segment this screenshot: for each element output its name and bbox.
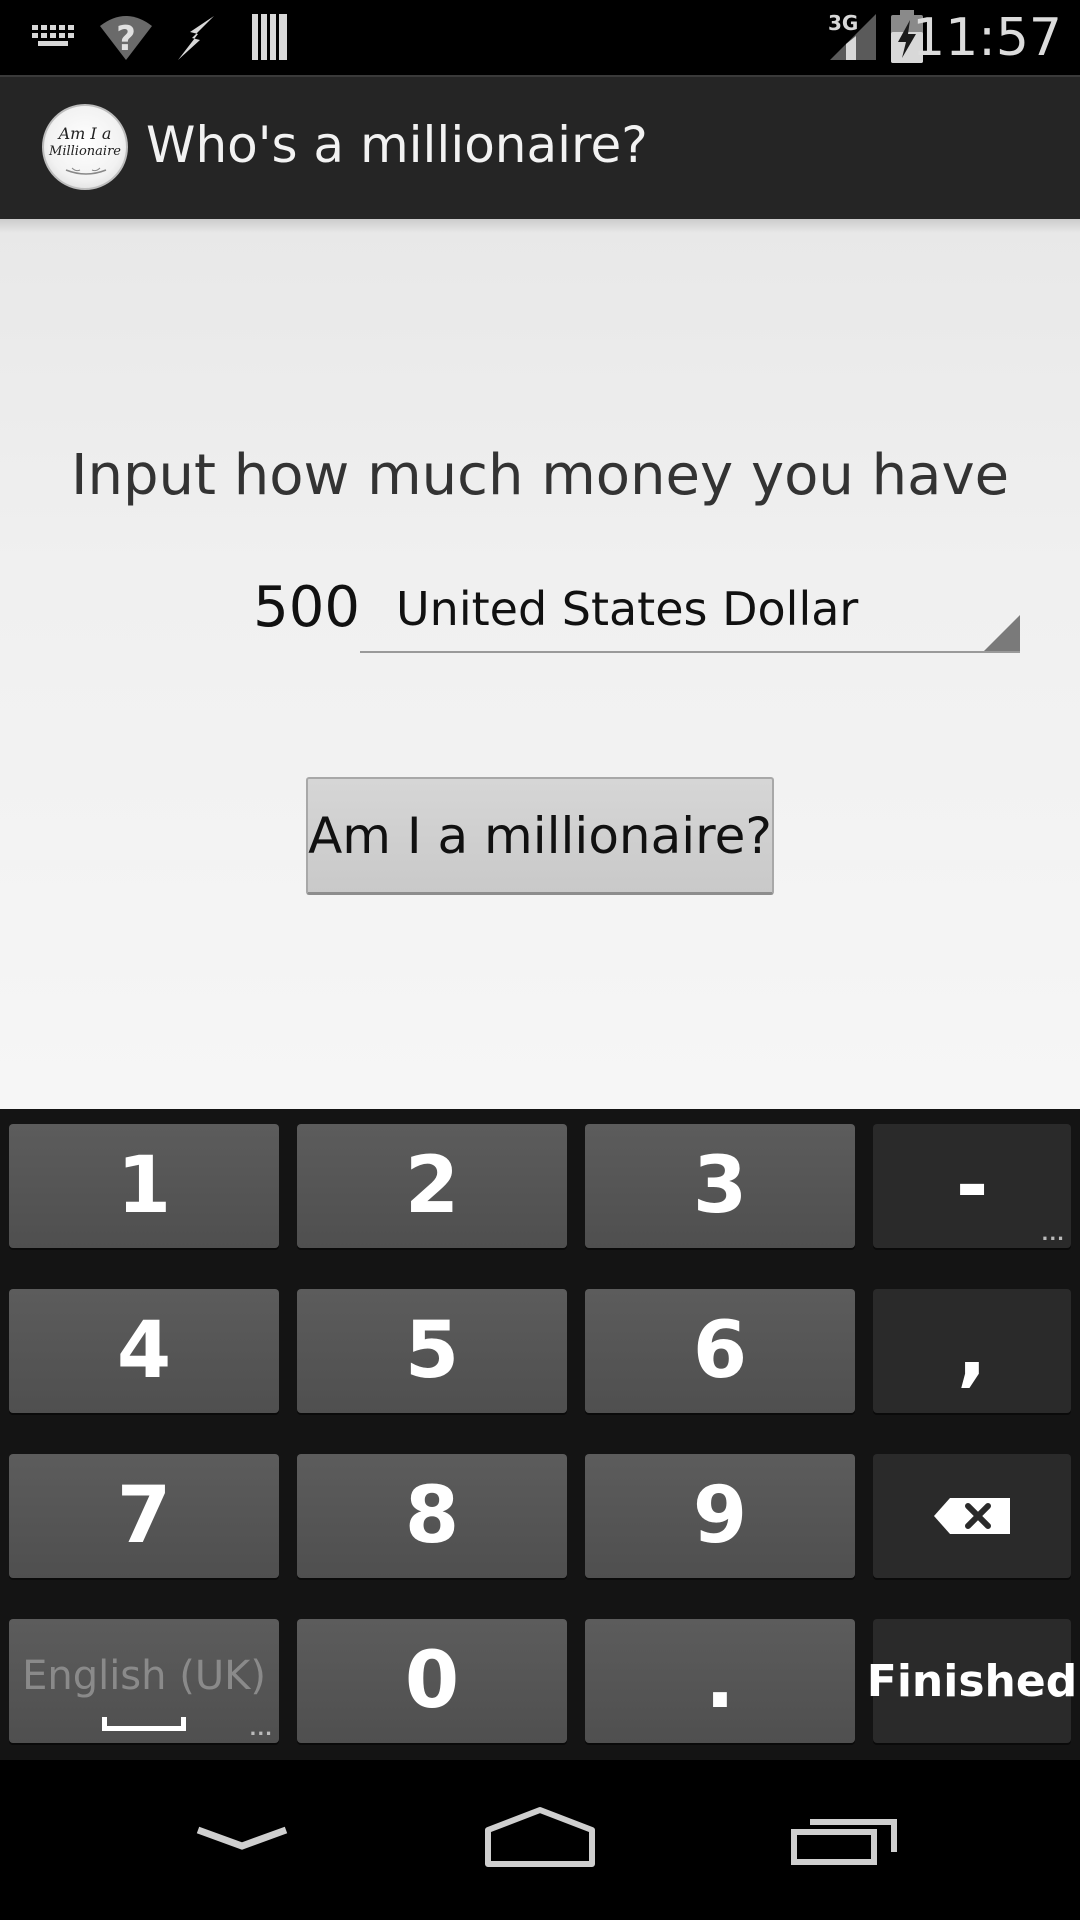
recent-apps-icon[interactable]	[764, 1800, 924, 1880]
numeric-keyboard: 1 2 3 - ... 4 5 6 , 7 8 9 English (UK) .…	[0, 1109, 1080, 1760]
wifi-unknown-icon: ?	[100, 16, 152, 60]
key-4[interactable]: 4	[9, 1289, 279, 1413]
action-bar-shadow	[0, 219, 1080, 233]
sd-card-icon	[252, 14, 287, 60]
key-0[interactable]: 0	[297, 1619, 567, 1743]
key-finished[interactable]: Finished	[867, 1619, 1077, 1743]
app-title: Who's a millionaire?	[146, 116, 648, 174]
am-i-millionaire-button[interactable]: Am I a millionaire?	[306, 777, 774, 895]
svg-text:?: ?	[116, 19, 136, 59]
screen: ? 3G 11:57 Am I a Millionaire Who's a mi…	[0, 0, 1080, 1920]
signal-icon: 3G	[828, 11, 876, 60]
currency-select[interactable]: United States Dollar	[360, 571, 1020, 653]
svg-text:3G: 3G	[828, 11, 858, 35]
main-content: Input how much money you have United Sta…	[0, 219, 1080, 1109]
key-6[interactable]: 6	[585, 1289, 855, 1413]
action-bar: Am I a Millionaire Who's a millionaire?	[0, 75, 1080, 219]
logo-text-line2: Millionaire	[49, 144, 121, 159]
prompt-label: Input how much money you have	[70, 443, 1010, 508]
key-9[interactable]: 9	[585, 1454, 855, 1578]
key-language-more-indicator: ...	[249, 1719, 273, 1740]
key-comma[interactable]: ,	[873, 1289, 1071, 1413]
back-down-icon[interactable]	[162, 1800, 322, 1880]
key-dash[interactable]: - ...	[873, 1124, 1071, 1248]
keyboard-icon	[32, 25, 74, 46]
status-clock: 11:57	[912, 8, 1062, 68]
status-bar: ? 3G 11:57	[0, 0, 1080, 75]
language-label: English (UK)	[22, 1653, 266, 1699]
key-2[interactable]: 2	[297, 1124, 567, 1248]
key-5[interactable]: 5	[297, 1289, 567, 1413]
key-dash-label: -	[955, 1141, 989, 1231]
key-3[interactable]: 3	[585, 1124, 855, 1248]
key-period[interactable]: .	[585, 1619, 855, 1743]
key-7[interactable]: 7	[9, 1454, 279, 1578]
amount-input[interactable]	[200, 567, 360, 647]
usb-debug-icon	[178, 16, 214, 60]
key-1[interactable]: 1	[9, 1124, 279, 1248]
key-language-space[interactable]: English (UK) ...	[9, 1619, 279, 1743]
finished-label: Finished	[866, 1655, 1078, 1707]
app-logo[interactable]: Am I a Millionaire	[42, 104, 128, 190]
dropdown-arrow-icon	[984, 615, 1020, 651]
key-dash-more-indicator: ...	[1041, 1224, 1065, 1245]
navigation-bar	[0, 1760, 1080, 1920]
home-icon[interactable]	[460, 1800, 620, 1880]
key-8[interactable]: 8	[297, 1454, 567, 1578]
logo-laurel-icon	[65, 167, 107, 175]
backspace-icon	[934, 1498, 1010, 1534]
space-bar-icon	[102, 1717, 186, 1731]
logo-text-line1: Am I a	[58, 124, 112, 143]
key-backspace[interactable]	[873, 1454, 1071, 1578]
currency-selected-value: United States Dollar	[396, 582, 859, 636]
